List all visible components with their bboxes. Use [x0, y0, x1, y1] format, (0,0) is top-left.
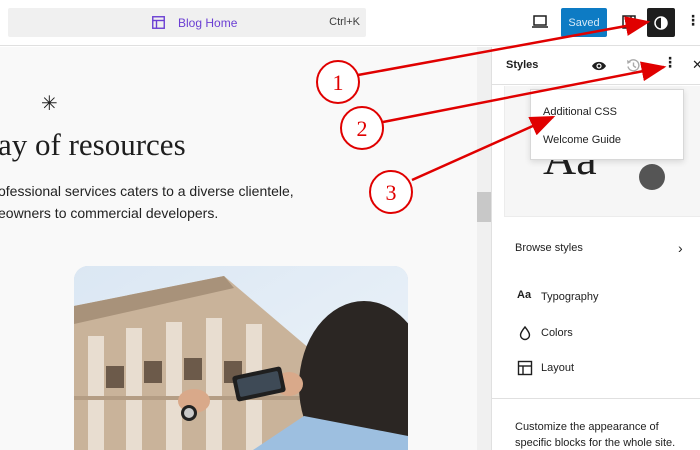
- page-heading[interactable]: ay of resources: [0, 127, 186, 163]
- intro-line-2: eowners to commercial developers.: [0, 205, 219, 221]
- blocks-description: Customize the appearance of specific blo…: [515, 421, 676, 449]
- panel-divider: [492, 398, 700, 399]
- hero-image[interactable]: [74, 266, 408, 450]
- editor-canvas[interactable]: ✳ ay of resources ofessional services ca…: [0, 47, 477, 450]
- typography-icon: Aa: [517, 289, 532, 301]
- preview-color-swatch: [639, 164, 665, 190]
- layout-grid-icon: [517, 360, 533, 376]
- document-title: Blog Home: [178, 16, 238, 30]
- styles-panel-header: Styles ⋮ ✕: [492, 47, 700, 85]
- intro-paragraph[interactable]: ofessional services caters to a diverse …: [0, 180, 294, 224]
- eye-icon[interactable]: [591, 60, 607, 72]
- droplet-icon: [519, 325, 531, 341]
- styles-options-menu: Additional CSS Welcome Guide: [530, 89, 684, 160]
- close-icon[interactable]: ✕: [692, 57, 700, 73]
- hero-photo-illustration: [74, 266, 408, 450]
- typography-label: Typography: [541, 291, 599, 303]
- layout-label: Layout: [541, 362, 575, 374]
- menu-item-welcome-guide[interactable]: Welcome Guide: [543, 134, 621, 146]
- browse-styles-button[interactable]: Browse styles ›: [492, 234, 700, 264]
- styles-panel-title: Styles: [506, 59, 539, 71]
- saved-button[interactable]: Saved: [561, 8, 607, 37]
- intro-line-1: ofessional services caters to a diverse …: [0, 183, 294, 199]
- canvas-scrollbar-thumb[interactable]: [477, 192, 491, 222]
- settings-sidebar-icon[interactable]: [622, 14, 636, 30]
- colors-button[interactable]: Colors: [492, 319, 700, 347]
- device-preview-icon[interactable]: [531, 14, 549, 30]
- menu-item-additional-css[interactable]: Additional CSS: [543, 106, 617, 118]
- command-palette-button[interactable]: Blog Home Ctrl+K: [8, 8, 366, 37]
- colors-label: Colors: [541, 327, 573, 339]
- decorative-asterisk-icon: ✳: [41, 91, 58, 115]
- keyboard-shortcut: Ctrl+K: [329, 16, 360, 28]
- layout-button[interactable]: Layout: [492, 354, 700, 382]
- browse-styles-label: Browse styles: [515, 242, 583, 254]
- page-icon: [152, 16, 165, 29]
- canvas-scrollbar-track[interactable]: [477, 47, 491, 450]
- revisions-history-icon[interactable]: [626, 58, 641, 73]
- options-menu-icon[interactable]: ⋮: [686, 13, 700, 27]
- half-circle-contrast-icon: [654, 16, 668, 30]
- chevron-right-icon: ›: [678, 240, 683, 256]
- typography-button[interactable]: Aa Typography: [492, 283, 700, 311]
- editor-top-bar: Blog Home Ctrl+K Saved ⋮: [0, 0, 700, 46]
- styles-more-options-icon[interactable]: ⋮: [663, 55, 677, 69]
- styles-toggle-button[interactable]: [647, 8, 675, 37]
